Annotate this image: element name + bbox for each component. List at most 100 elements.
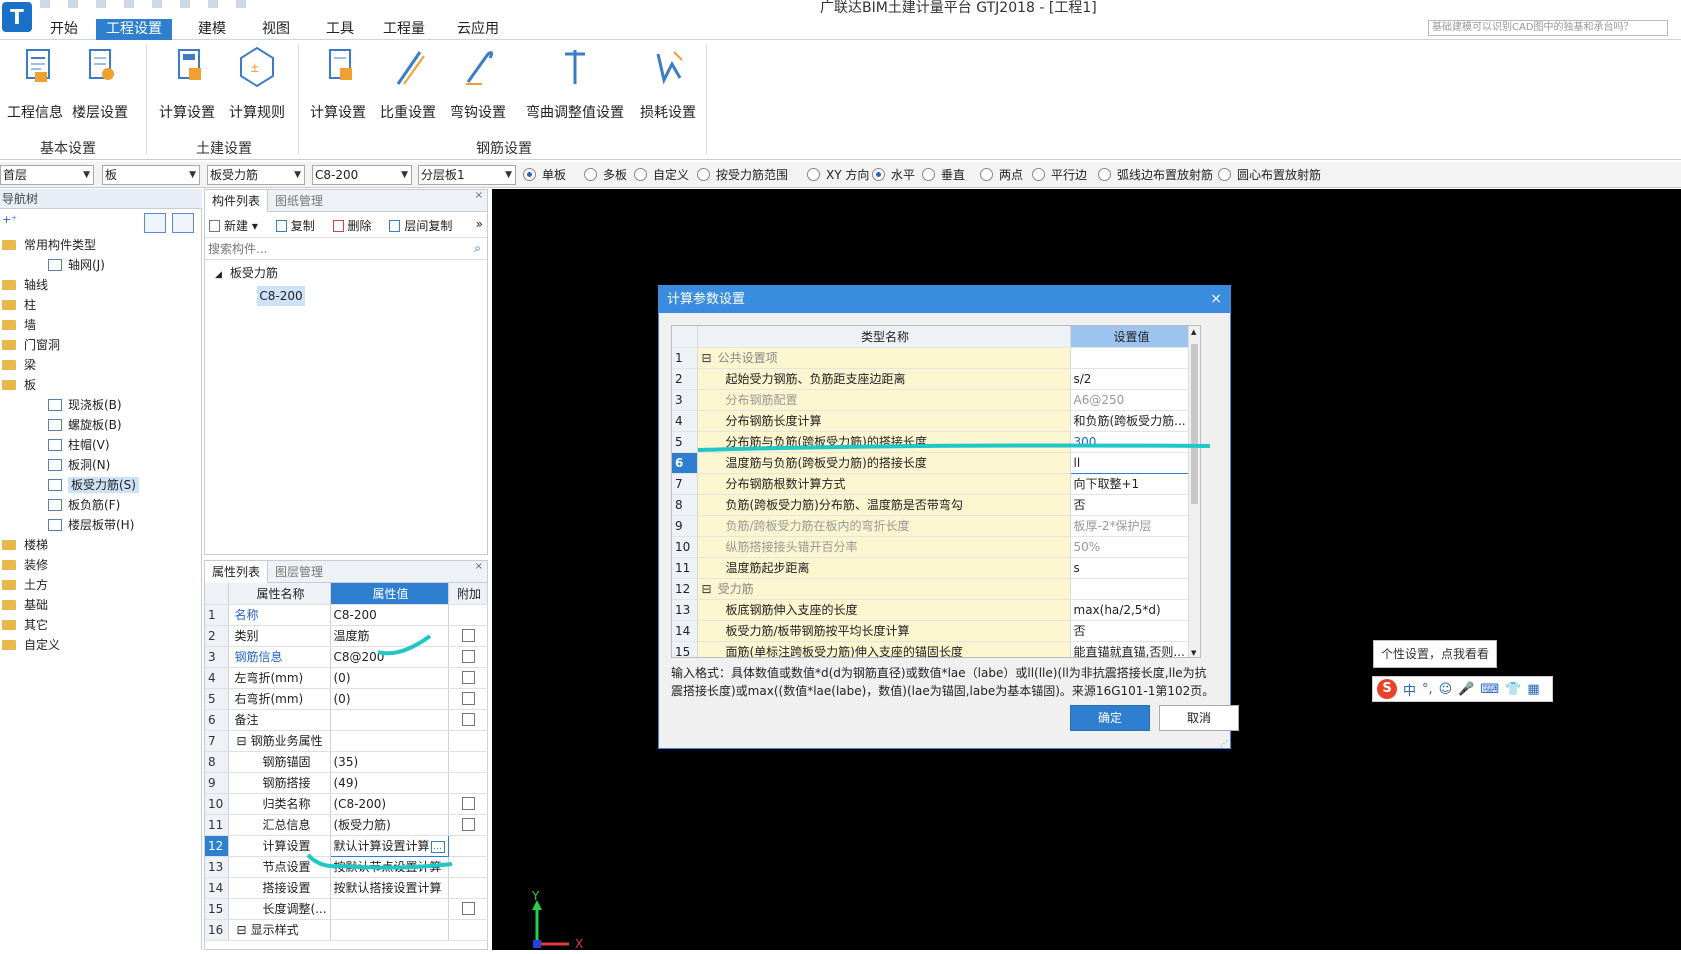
param-row[interactable]: 14 板受力筋/板带钢筋按平均长度计算 否 [672,620,1200,642]
property-value[interactable]: C8@200 [330,646,449,668]
property-value[interactable] [330,730,449,752]
ime-tool-icon[interactable]: °, [1422,682,1433,697]
ime-tool-icon[interactable]: ⌨ [1480,682,1499,697]
delete-button[interactable]: 删除 [332,219,372,233]
radio-option[interactable]: XY 方向 [807,167,869,183]
tab-layer-management[interactable]: 图层管理 [268,561,330,583]
nav-tree-item[interactable]: 常用构件类型 [0,235,200,255]
nav-tree-item[interactable]: 螺旋板(B) [0,415,200,435]
nav-tree-item[interactable]: 板受力筋(S) [0,475,200,495]
param-value[interactable]: 板厚-2*保护层 [1070,515,1191,537]
collapse-icon[interactable]: ⊟ [702,351,712,365]
param-row[interactable]: 3 分布钢筋配置 A6@250 [672,389,1200,411]
menu-tab[interactable]: 工程设置 [96,19,172,40]
search-icon[interactable]: ⌕ [474,241,481,256]
resize-grip-icon[interactable]: ⋰ [1220,739,1228,748]
nav-tree-item[interactable]: 轴网(J) [0,255,200,275]
ime-tool-icon[interactable]: 👕 [1505,682,1521,697]
param-row[interactable]: 15 面筋(单标注跨板受力筋)伸入支座的锚固长度 能直锚就直锚,否则... [672,641,1200,657]
nav-tree-item[interactable]: 自定义 [0,635,200,655]
component-search-input[interactable]: 搜索构件... [205,242,267,256]
param-value[interactable]: 向下取整+1 [1070,473,1191,495]
nav-tree-item[interactable]: 梁 [0,355,200,375]
param-value[interactable]: s [1070,557,1191,579]
radio-option[interactable]: 两点 [980,167,1023,183]
param-value[interactable]: 300 [1070,431,1191,453]
param-row[interactable]: 4 分布钢筋长度计算 和负筋(跨板受力筋... [672,410,1200,432]
property-value[interactable]: (C8-200) [330,793,449,815]
extra-checkbox[interactable] [461,817,475,831]
property-row[interactable]: 7 ⊟ 钢筋业务属性 [205,730,488,752]
more-icon[interactable]: » [476,217,483,231]
property-row[interactable]: 1 名称 C8-200 [205,604,488,626]
menu-tab[interactable]: 视图 [252,19,300,40]
ime-tool-icon[interactable]: 🎤 [1458,682,1474,697]
property-row[interactable]: 9 钢筋搭接 (49) [205,772,488,794]
property-value[interactable]: (板受力筋) [330,814,449,836]
property-value[interactable]: 按默认节点设置计算 [330,856,449,878]
param-value[interactable]: ll [1069,451,1191,474]
help-search-input[interactable]: 基础建模可以识别CAD图中的独基和承台吗？ [1428,20,1668,36]
menu-tab[interactable]: 工具 [316,19,364,40]
ribbon-project-info-button[interactable]: 工程信息 [4,44,66,124]
close-icon[interactable]: × [475,190,483,201]
tree-item-selected[interactable]: C8-200 [257,286,305,306]
element-type-select[interactable]: 板 ▼ [102,165,200,185]
scrollbar[interactable]: ▲ ▼ [1188,326,1200,657]
element-subtype-select[interactable]: 板受力筋 ▼ [207,165,305,185]
menu-tab[interactable]: 开始 [40,19,88,40]
property-row[interactable]: 16 ⊟ 显示样式 [205,919,488,941]
param-value[interactable]: 否 [1070,620,1191,642]
radio-option[interactable]: 圆心布置放射筋 [1218,167,1321,183]
param-value[interactable]: 能直锚就直锚,否则... [1070,641,1191,657]
tab-drawing-management[interactable]: 图纸管理 [268,190,330,212]
tab-property-list[interactable]: 属性列表 [205,561,269,583]
nav-tree-item[interactable]: 楼层板带(H) [0,515,200,535]
ribbon-civil-calc-settings-button[interactable]: 计算设置 [156,44,218,124]
component-search[interactable]: 搜索构件... ⌕ [205,238,487,260]
dialog-title-bar[interactable]: 计算参数设置 × [659,286,1230,313]
param-value[interactable] [1070,578,1191,600]
property-row[interactable]: 13 节点设置 按默认节点设置计算 [205,856,488,878]
cancel-button[interactable]: 取消 [1159,705,1239,731]
param-value[interactable]: 否 [1070,494,1191,516]
param-row[interactable]: 10 纵筋搭接接头错开百分率 50% [672,536,1200,558]
ok-button[interactable]: 确定 [1070,705,1150,731]
nav-tree-item[interactable]: 柱帽(V) [0,435,200,455]
param-row[interactable]: 7 分布钢筋根数计算方式 向下取整+1 [672,473,1200,495]
property-row[interactable]: 11 汇总信息 (板受力筋) [205,814,488,836]
property-value[interactable]: C8-200 [330,604,449,626]
radio-option[interactable]: 单板 [523,167,566,183]
ribbon-hook-settings-button[interactable]: 弯钩设置 [446,44,510,124]
extra-checkbox[interactable] [461,628,475,642]
extra-checkbox[interactable] [461,796,475,810]
collapse-icon[interactable]: ⊟ [702,582,712,596]
ime-tool-icon[interactable]: ▦ [1527,682,1539,697]
nav-tree-item[interactable]: 轴线 [0,275,200,295]
close-icon[interactable]: × [475,561,483,572]
ribbon-density-settings-button[interactable]: 比重设置 [376,44,440,124]
property-row[interactable]: 2 类别 温度筋 [205,625,488,647]
nav-tree-item[interactable]: 现浇板(B) [0,395,200,415]
property-row[interactable]: 12 计算设置 默认计算设置计算… [205,834,488,857]
radio-option[interactable]: 水平 [872,167,915,183]
nav-tree-item[interactable]: 其它 [0,615,200,635]
property-value[interactable] [330,919,449,941]
menu-tab[interactable]: 云应用 [447,19,509,40]
nav-tree-item[interactable]: 墙 [0,315,200,335]
nav-tree-item[interactable]: 板洞(N) [0,455,200,475]
param-row[interactable]: 9 负筋/跨板受力筋在板内的弯折长度 板厚-2*保护层 [672,515,1200,537]
nav-tree-item[interactable]: 柱 [0,295,200,315]
nav-tree-item[interactable]: 基础 [0,595,200,615]
property-row[interactable]: 15 长度调整(... [205,898,488,920]
scroll-up-icon[interactable]: ▲ [1191,328,1196,336]
property-row[interactable]: 6 备注 [205,709,488,731]
collapse-icon[interactable]: ⊟ [237,734,247,748]
ime-tooltip[interactable]: 个性设置，点我看看 [1373,640,1497,668]
radio-option[interactable]: 弧线边布置放射筋 [1098,167,1213,183]
list-view-icon[interactable] [144,213,166,233]
ime-tool-icon[interactable]: ☺ [1439,682,1453,697]
param-row[interactable]: 5 分布筋与负筋(跨板受力筋)的搭接长度 300 [672,431,1200,453]
ime-toolbar[interactable]: S 中 °, ☺ 🎤 ⌨ 👕 ▦ [1372,676,1553,702]
extra-checkbox[interactable] [461,649,475,663]
